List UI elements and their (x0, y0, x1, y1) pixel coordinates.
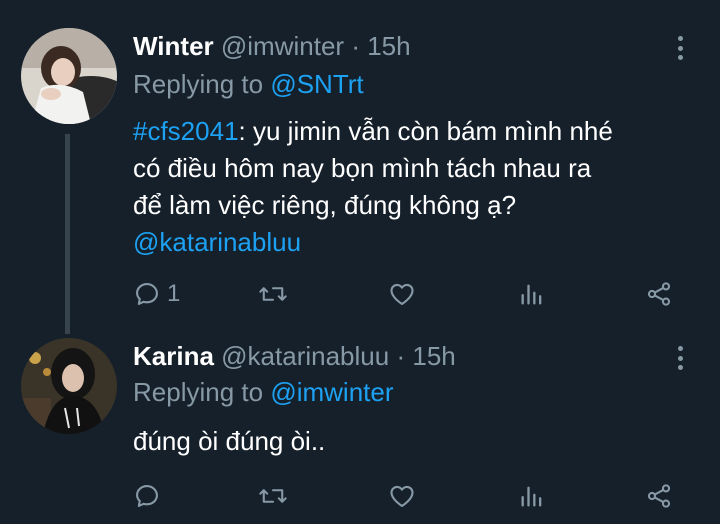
replying-to: Replying to @SNTrt (133, 68, 364, 100)
retweet-button[interactable] (258, 274, 288, 314)
stats-button[interactable] (518, 476, 546, 516)
more-icon[interactable] (673, 33, 687, 63)
action-bar: 1 (0, 274, 720, 314)
display-name[interactable]: Winter (133, 31, 214, 61)
replying-prefix: Replying to (133, 377, 264, 407)
display-name[interactable]: Karina (133, 341, 214, 371)
tweet-text: #cfs2041: yu jimin vẫn còn bám mình nhé … (133, 113, 690, 261)
share-icon (647, 282, 671, 306)
reply-button[interactable] (133, 476, 161, 516)
separator: · (351, 31, 360, 61)
like-button[interactable] (388, 476, 416, 516)
timestamp[interactable]: 15h (367, 31, 410, 61)
replying-to-link[interactable]: @imwinter (270, 377, 393, 407)
replying-prefix: Replying to (133, 69, 264, 99)
replying-to-link[interactable]: @SNTrt (270, 69, 363, 99)
retweet-icon (259, 489, 287, 503)
action-bar (0, 476, 720, 516)
tweet-text-line-1: đúng òi đúng òi.. (133, 426, 326, 456)
tweet-text-line-3: để làm việc riêng, đúng không ạ? (133, 190, 517, 220)
tweet-text-line-4: @katarinabluu (133, 224, 690, 261)
share-icon (647, 484, 671, 508)
like-button[interactable] (388, 274, 416, 314)
tweet-text: đúng òi đúng òi.. (133, 423, 690, 460)
tweet-text-line-1-rest: : yu jimin vẫn còn bám mình nhé (238, 116, 613, 146)
tweet-winter[interactable]: Winter @imwinter · 15h Replying to @SNTr… (0, 0, 720, 334)
reply-count: 1 (167, 280, 181, 307)
tweet-text-line-2: có điều hôm nay bọn mình tách nhau ra (133, 153, 592, 183)
timestamp[interactable]: 15h (412, 341, 455, 371)
tweet-header: Winter @imwinter · 15h (133, 30, 660, 62)
reply-icon (136, 283, 158, 305)
separator: · (396, 341, 406, 371)
more-icon[interactable] (673, 343, 687, 373)
share-button[interactable] (645, 274, 673, 314)
like-icon (390, 283, 414, 305)
avatar-winter-image (21, 28, 117, 124)
reply-button[interactable]: 1 (133, 274, 180, 314)
replying-to: Replying to @imwinter (133, 376, 394, 408)
retweet-button[interactable] (258, 476, 288, 516)
like-icon (390, 485, 414, 507)
avatar-karina[interactable] (21, 338, 117, 434)
share-button[interactable] (645, 476, 673, 516)
stats-icon (521, 284, 542, 305)
handle[interactable]: @katarinabluu (221, 341, 389, 371)
avatar-karina-image (21, 338, 117, 434)
hashtag-link[interactable]: #cfs2041 (133, 116, 239, 146)
stats-button[interactable] (518, 274, 546, 314)
avatar-winter[interactable] (21, 28, 117, 124)
mention-link[interactable]: @katarinabluu (133, 227, 301, 257)
tweet-karina[interactable]: Karina @katarinabluu · 15h Replying to @… (0, 334, 720, 524)
tweet-header: Karina @katarinabluu · 15h (133, 340, 660, 372)
retweet-icon (259, 287, 287, 301)
reply-icon (136, 485, 158, 507)
handle[interactable]: @imwinter (221, 31, 344, 61)
tweet-text-line-1: #cfs2041: yu jimin vẫn còn bám mình nhé (133, 113, 690, 150)
stats-icon (521, 486, 542, 507)
